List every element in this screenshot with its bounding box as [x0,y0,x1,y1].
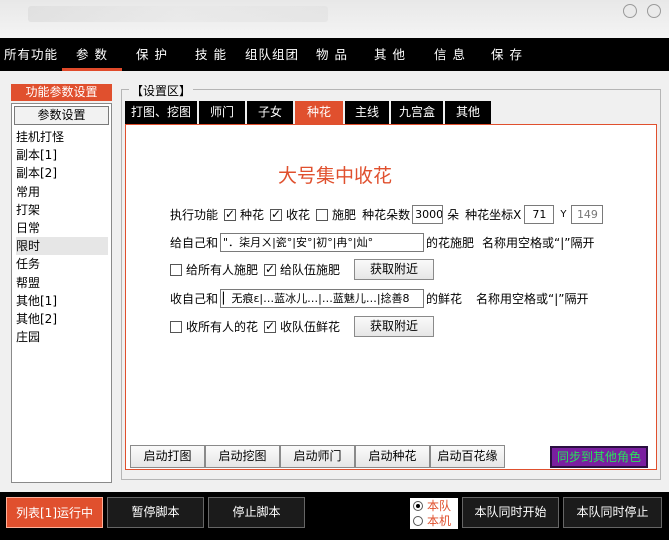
fertilize-prefix: 给自己和 [170,236,219,250]
collect-all-label: 收所有人的花 [186,320,259,334]
start-dig-button[interactable]: 启动挖图 [205,445,280,468]
flower-settings-panel: 大号集中收花 执行功能 种花 收花 施肥 种花朵数 3000 朵 种花坐标X 7… [125,124,657,470]
collect-suffix: 的鲜花 [426,292,463,306]
fertilize-suffix: 的花施肥 [426,236,475,250]
stop-script-button[interactable]: 停止脚本 [208,497,305,528]
collect-checkbox[interactable] [270,207,283,221]
fertilize-label: 施肥 [332,208,357,222]
menu-other[interactable]: 其 他 [360,38,420,71]
launch-buttons: 启动打图 启动挖图 启动师门 启动种花 启动百花缘 [130,445,505,468]
sidebar-list-panel: 参数设置 挂机打怪 副本[1] 副本[2] 常用 打架 日常 限时 任务 帮盟 … [11,103,112,483]
list-running-button[interactable]: 列表[1]运行中 [6,497,103,528]
sidebar-title: 功能参数设置 [11,84,112,101]
tab-main-quest[interactable]: 主线 [345,101,389,124]
radio-local-label: 本机 [427,514,452,528]
collect-hint: 名称用空格或“|”隔开 [476,292,589,306]
sidebar-item-fight[interactable]: 打架 [16,201,108,219]
sidebar-item-common[interactable]: 常用 [16,183,108,201]
sidebar-list: 挂机打怪 副本[1] 副本[2] 常用 打架 日常 限时 任务 帮盟 其他[1]… [16,128,108,346]
window-controls [623,4,661,18]
radio-local[interactable] [413,515,423,526]
minimize-icon[interactable] [623,4,637,18]
collect-options-row: 收所有人的花 收队伍鲜花 获取附近 [170,316,435,337]
tab-children[interactable]: 子女 [247,101,293,124]
collect-names-input[interactable]: ▏无痕ε|…蓝冰儿…|…蓝魅儿…|捻善8 [220,289,425,308]
sync-other-roles-button[interactable]: 同步到其他角色 [550,446,648,468]
panel-title: 大号集中收花 [278,165,393,187]
y-label: Y [560,209,567,220]
start-map-button[interactable]: 启动打图 [130,445,205,468]
collect-prefix: 收自己和 [170,292,219,306]
sidebar-item-daily[interactable]: 日常 [16,219,108,237]
fertilize-options-row: 给所有人施肥 给队伍施肥 获取附近 [170,259,435,280]
collect-label: 收花 [286,208,311,222]
sidebar-item-other-2[interactable]: 其他[2] [16,310,108,328]
fertilize-names-row: 给自己和 "．柒月ㄨ|瓷°|安°|初°|冉°|灿° 的花施肥 名称用空格或“|”… [170,233,595,252]
fertilize-hint: 名称用空格或“|”隔开 [482,236,595,250]
menu-params[interactable]: 参 数 [62,38,122,71]
plant-label: 种花 [240,208,265,222]
team-stop-button[interactable]: 本队同时停止 [563,497,662,528]
count-unit: 朵 [447,208,460,222]
param-settings-button[interactable]: 参数设置 [14,106,109,125]
fertilize-all-checkbox[interactable] [170,263,182,276]
fetch-nearby-button-2[interactable]: 获取附近 [354,316,435,337]
x-coord-input[interactable]: 71 [524,205,555,224]
menu-items[interactable]: 物 品 [304,38,360,71]
sidebar-item-limited[interactable]: 限时 [16,237,108,256]
menu-info[interactable]: 信 息 [420,38,480,71]
status-bar: 列表[1]运行中 暂停脚本 停止脚本 本队 本机 本队同时开始 本队同时停止 [0,492,669,540]
fertilize-checkbox[interactable] [316,208,329,221]
plant-checkbox[interactable] [224,207,237,221]
settings-tabs: 打图、挖图 师门 子女 种花 主线 九宫盒 其他 [125,101,493,124]
sidebar-item-guild[interactable]: 帮盟 [16,274,108,292]
tab-plant-flowers[interactable]: 种花 [295,101,343,124]
flower-count-input[interactable]: 3000 [412,205,444,224]
radio-local-row[interactable]: 本机 [410,513,458,528]
fertilize-names-input[interactable]: "．柒月ㄨ|瓷°|安°|初°|冉°|灿° [220,233,425,252]
tab-sect[interactable]: 师门 [199,101,245,124]
close-icon[interactable] [647,4,661,18]
team-start-button[interactable]: 本队同时开始 [462,497,559,528]
tab-nine-palace-box[interactable]: 九宫盒 [391,101,443,124]
collect-names-row: 收自己和 ▏无痕ε|…蓝冰儿…|…蓝魅儿…|捻善8 的鲜花 名称用空格或“|”隔… [170,289,589,308]
menu-all-functions[interactable]: 所有功能 [0,38,62,71]
tab-map-dig[interactable]: 打图、挖图 [125,101,197,124]
pause-script-button[interactable]: 暂停脚本 [107,497,204,528]
blurred-window-title [28,6,328,22]
window-titlebar [0,0,669,38]
sidebar-item-other-1[interactable]: 其他[1] [16,292,108,310]
radio-team[interactable] [413,500,423,511]
execute-label: 执行功能 [170,208,219,222]
menu-team[interactable]: 组队组团 [240,38,304,71]
collect-all-checkbox[interactable] [170,320,182,333]
fertilize-all-label: 给所有人施肥 [186,263,259,277]
sidebar-item-dungeon-1[interactable]: 副本[1] [16,146,108,164]
sidebar-item-hangup[interactable]: 挂机打怪 [16,128,108,146]
sidebar-item-dungeon-2[interactable]: 副本[2] [16,164,108,182]
menu-skills[interactable]: 技 能 [182,38,240,71]
fertilize-team-checkbox[interactable] [264,262,277,276]
start-hundred-flowers-button[interactable]: 启动百花缘 [430,445,505,468]
y-coord-input[interactable]: 149 [571,205,604,224]
count-label: 种花朵数 [362,208,411,222]
collect-team-label: 收队伍鲜花 [280,320,341,334]
start-sect-button[interactable]: 启动师门 [280,445,355,468]
radio-team-row[interactable]: 本队 [410,498,458,513]
collect-team-checkbox[interactable] [264,319,277,333]
coord-label: 种花坐标X [465,208,522,222]
sidebar-item-quest[interactable]: 任务 [16,255,108,273]
execute-row: 执行功能 种花 收花 施肥 种花朵数 3000 朵 种花坐标X 71 Y 149 [170,205,604,224]
menu-save[interactable]: 保 存 [480,38,534,71]
menu-protect[interactable]: 保 护 [122,38,182,71]
tab-other[interactable]: 其他 [445,101,491,124]
fertilize-team-label: 给队伍施肥 [280,263,341,277]
scope-radio-group: 本队 本机 [410,498,458,529]
main-menubar: 所有功能 参 数 保 护 技 能 组队组团 物 品 其 他 信 息 保 存 [0,38,669,71]
fetch-nearby-button-1[interactable]: 获取附近 [354,259,435,280]
start-plant-button[interactable]: 启动种花 [355,445,430,468]
settings-group-label: 【设置区】 [129,82,194,99]
sidebar-item-manor[interactable]: 庄园 [16,328,108,346]
